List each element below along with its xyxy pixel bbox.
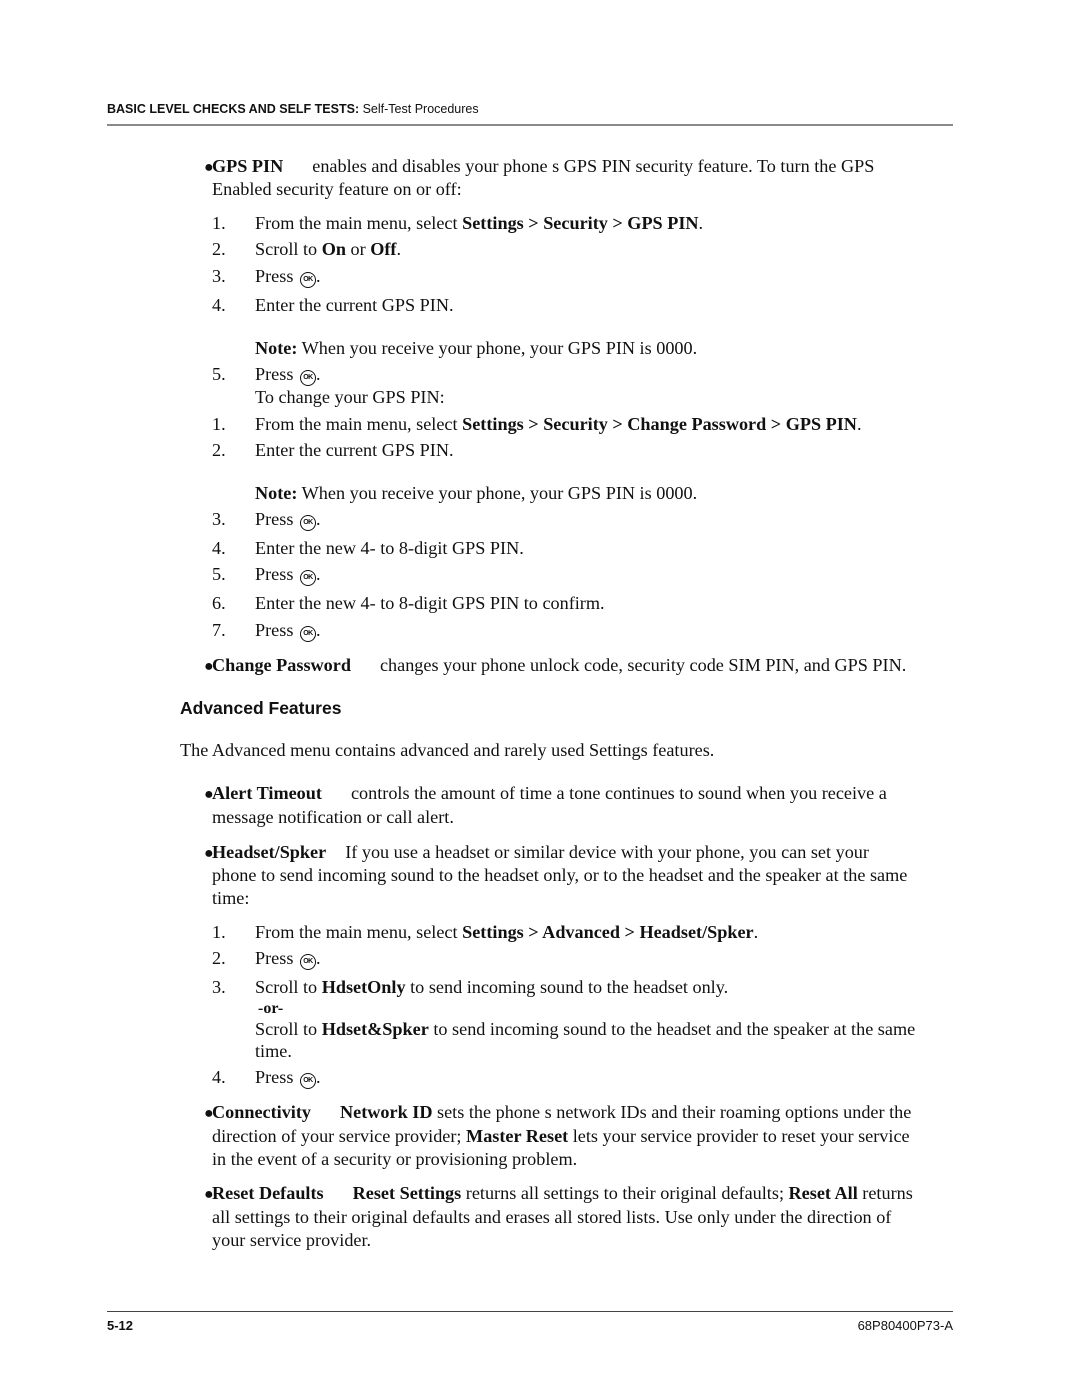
connectivity-term: Connectivity [212,1102,312,1122]
step-number: 1. [212,922,226,942]
note: Note: When you receive your phone, your … [255,483,698,503]
step-number: 2. [212,239,226,259]
menu-path: Settings > Advanced > Headset/Spker [462,922,754,942]
step-text: Press OK. [255,266,321,288]
alert-timeout-line1: Alert Timeout controls the amount of time… [212,783,887,803]
running-header-section: BASIC LEVEL CHECKS AND SELF TESTS: [107,102,360,116]
step-alt-text: Scroll to Hdset&Spker to send incoming s… [255,1019,916,1039]
step-text: Press OK. [255,620,321,642]
step-text: Enter the current GPS PIN. [255,440,454,460]
headset-term: Headset/Spker [212,842,327,862]
step-text: Press OK. [255,1067,321,1089]
step-text: Scroll to HdsetOnly to send incoming sou… [255,977,729,997]
note: Note: When you receive your phone, your … [255,338,698,358]
step-text: Press OK. [255,564,321,586]
section-title-advanced-features: Advanced Features [180,698,342,718]
reset-defaults-line2: all settings to their original defaults … [212,1207,892,1227]
step-number: 1. [212,414,226,434]
step-text: Press OK. [255,948,321,970]
menu-path: Settings > Security > Change Password > … [462,414,857,434]
note-label: Note: [255,338,298,358]
gps-pin-line1: GPS PIN enables and disables your phone s… [212,155,874,178]
ok-key-icon: OK [299,626,316,642]
connectivity-line3: in the event of a security or provisioni… [212,1149,578,1169]
step-number: 6. [212,593,226,613]
step-number: 2. [212,440,226,460]
step-number: 3. [212,266,226,286]
step-text: Enter the new 4- to 8-digit GPS PIN. [255,538,524,558]
change-password-item: Change Password changes your phone unlock… [212,655,907,675]
step-number: 3. [212,977,226,997]
ok-key-icon: OK [299,570,316,586]
page-number: 5-12 [107,1318,134,1333]
step-number: 4. [212,538,226,558]
step-text: From the main menu, select Settings > Se… [255,213,704,233]
change-password-term: Change Password [212,655,351,675]
running-header: BASIC LEVEL CHECKS AND SELF TESTS: Self-… [107,102,479,116]
ok-key-icon: OK [299,515,316,531]
connectivity-line1: Connectivity Network ID sets the phone s … [212,1102,912,1122]
step-number: 5. [212,364,226,384]
running-header-subsection: Self-Test Procedures [362,102,479,116]
step-alt-text-line2: time. [255,1041,292,1061]
ok-key-icon: OK [299,1073,316,1089]
step-number: 2. [212,948,226,968]
step-text: Enter the new 4- to 8-digit GPS PIN to c… [255,593,605,613]
step-number: 4. [212,1067,226,1087]
change-pin-intro: To change your GPS PIN: [255,387,445,407]
reset-defaults-line1: Reset Defaults Reset Settings returns all… [212,1183,913,1203]
footer-rule [107,1311,953,1312]
document-id: 68P80400P73-A [857,1318,953,1333]
step-text: Press OK. [255,509,321,531]
or-separator: -or- [258,1000,284,1017]
headset-line3: time: [212,888,250,908]
ok-key-icon: OK [299,954,316,970]
step-text: Enter the current GPS PIN. [255,295,454,315]
reset-defaults-term: Reset Defaults [212,1183,324,1203]
note-label: Note: [255,483,298,503]
advanced-intro: The Advanced menu contains advanced and … [180,740,715,760]
step-text: Press OK. [255,364,321,386]
alert-timeout-line2: message notification or call alert. [212,807,454,827]
menu-path: Settings > Security > GPS PIN [462,213,699,233]
gps-pin-term: GPS PIN [212,156,284,176]
step-text: From the main menu, select Settings > Se… [255,414,862,434]
step-number: 5. [212,564,226,584]
step-number: 7. [212,620,226,640]
step-number: 1. [212,213,226,233]
step-text: Scroll to On or Off. [255,239,402,259]
reset-defaults-line3: your service provider. [212,1230,372,1250]
ok-key-icon: OK [299,272,316,288]
alert-timeout-term: Alert Timeout [212,783,322,803]
gps-pin-desc: enables and disables your phone s GPS PI… [312,156,875,176]
header-rule [107,124,953,126]
step-number: 3. [212,509,226,529]
headset-line2: phone to send incoming sound to the head… [212,865,908,885]
connectivity-line2: direction of your service provider; Mast… [212,1126,910,1146]
ok-key-icon: OK [299,370,316,386]
step-text: From the main menu, select Settings > Ad… [255,922,759,942]
headset-line1: Headset/Spker If you use a headset or sim… [212,842,869,862]
step-number: 4. [212,295,226,315]
gps-pin-line2: Enabled security feature on or off: [212,179,462,199]
